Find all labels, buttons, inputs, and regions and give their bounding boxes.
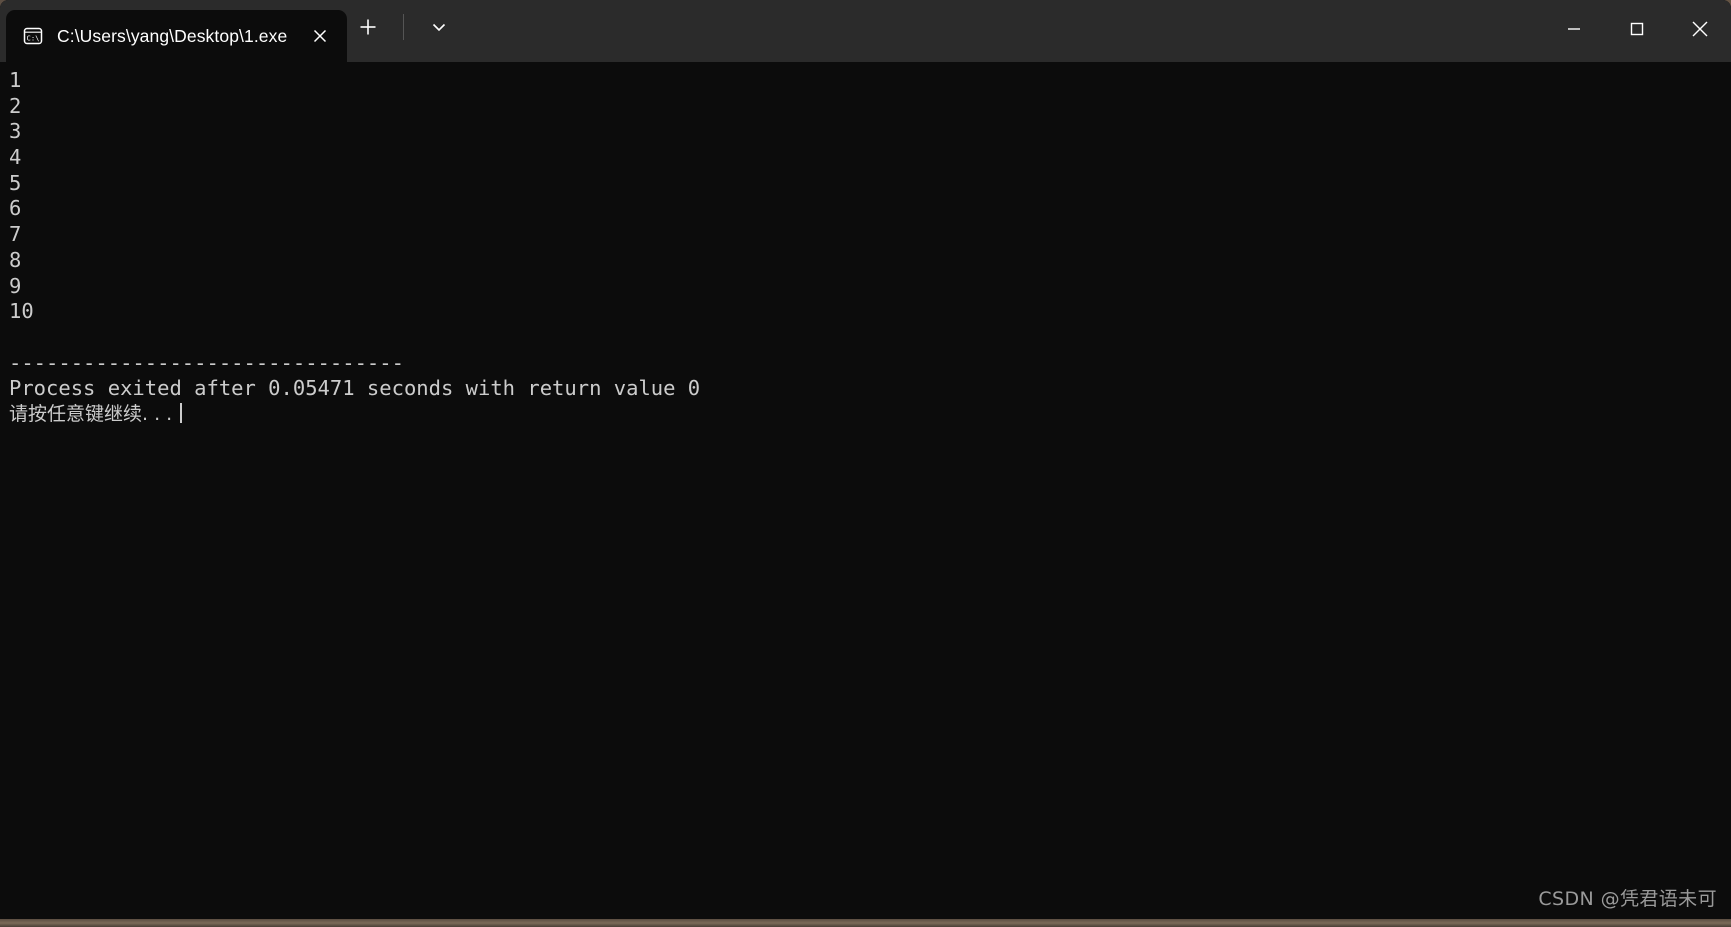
- tabstrip-actions: [347, 0, 460, 62]
- terminal-line: 5: [9, 170, 22, 195]
- terminal-line: 7: [9, 222, 22, 247]
- tab-strip: C:\ C:\Users\yang\Desktop\1.exe: [0, 0, 460, 62]
- svg-text:C:\: C:\: [27, 33, 40, 42]
- tab-console-1exe[interactable]: C:\ C:\Users\yang\Desktop\1.exe: [6, 10, 348, 62]
- csdn-watermark: CSDN @凭君语未可: [1538, 888, 1717, 910]
- minimize-button[interactable]: [1542, 0, 1605, 58]
- console-cmd-icon: C:\: [22, 25, 44, 47]
- terminal-line: 2: [9, 93, 22, 118]
- new-tab-button[interactable]: [347, 7, 389, 47]
- toolbar-separator: [403, 14, 405, 40]
- desktop-bottom-strip: [0, 919, 1731, 927]
- terminal-line: 6: [9, 196, 22, 221]
- terminal-exit-status-line: Process exited after 0.05471 seconds wit…: [9, 376, 701, 401]
- terminal-separator-line: --------------------------------: [9, 350, 404, 375]
- terminal-line: 1: [9, 68, 22, 92]
- desktop-background: C:\ C:\Users\yang\Desktop\1.exe 1 2 3 4 …: [0, 0, 1731, 927]
- tab-title-label: C:\Users\yang\Desktop\1.exe: [57, 25, 288, 46]
- terminal-output-area[interactable]: 1 2 3 4 5 6 7 8 9 10 -------------------…: [0, 62, 1731, 919]
- terminal-line: 8: [9, 247, 22, 272]
- terminal-line: 3: [9, 119, 22, 144]
- chevron-down-icon[interactable]: [418, 7, 460, 47]
- window-titlebar: C:\ C:\Users\yang\Desktop\1.exe: [0, 0, 1731, 62]
- terminal-window: C:\ C:\Users\yang\Desktop\1.exe 1 2 3 4 …: [0, 0, 1731, 919]
- text-cursor: [180, 402, 183, 423]
- terminal-press-any-key-line: 请按任意键继续. . .: [9, 402, 1731, 428]
- terminal-line: 4: [9, 145, 22, 170]
- press-any-key-text: 请按任意键继续. . .: [9, 402, 173, 425]
- tab-close-button[interactable]: [303, 19, 337, 53]
- close-window-button[interactable]: [1668, 0, 1731, 58]
- terminal-line: 9: [9, 273, 22, 298]
- window-controls: [1542, 0, 1731, 58]
- maximize-button[interactable]: [1605, 0, 1668, 58]
- terminal-line: 10: [9, 299, 34, 324]
